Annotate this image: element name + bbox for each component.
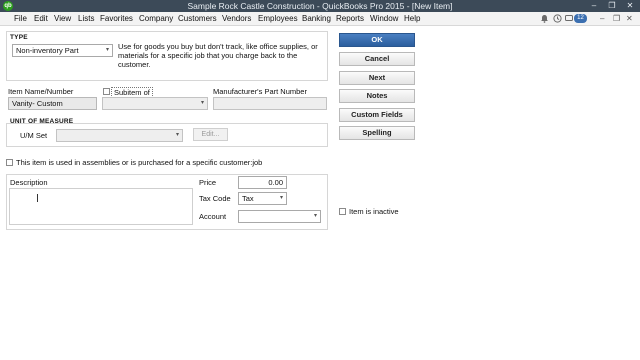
tax-code-value: Tax (242, 194, 254, 203)
menu-bar: File Edit View Lists Favorites Company C… (0, 12, 640, 26)
tax-code-label: Tax Code (199, 194, 231, 203)
subitem-of-dropdown[interactable]: ▾ (102, 97, 208, 110)
menu-banking[interactable]: Banking (302, 14, 331, 24)
item-type-description: Use for goods you buy but don't track, l… (118, 42, 318, 69)
type-section-label: TYPE (10, 34, 28, 41)
assemblies-label: This item is used in assemblies or is pu… (16, 158, 263, 167)
item-inactive-label: Item is inactive (349, 207, 399, 216)
item-name-input[interactable]: Vanity- Custom (8, 97, 97, 110)
menu-company[interactable]: Company (139, 14, 173, 24)
title-bar: qb Sample Rock Castle Construction - Qui… (0, 0, 640, 12)
chevron-down-icon: ▾ (313, 213, 317, 219)
chevron-down-icon: ▾ (279, 195, 283, 201)
mdi-minimize-button[interactable]: – (600, 14, 604, 24)
ok-button[interactable]: OK (339, 33, 415, 47)
restore-window-button[interactable]: ❐ (603, 0, 621, 12)
mpn-label: Manufacturer's Part Number (213, 87, 307, 96)
menu-vendors[interactable]: Vendors (222, 14, 251, 24)
item-type-dropdown[interactable]: Non-inventory Part ▾ (12, 44, 113, 57)
subitem-checkbox[interactable] (103, 88, 110, 95)
um-set-label: U/M Set (20, 131, 48, 140)
tax-code-dropdown[interactable]: Tax ▾ (238, 192, 287, 205)
menu-favorites[interactable]: Favorites (100, 14, 133, 24)
description-label: Description (10, 178, 48, 187)
menu-lists[interactable]: Lists (78, 14, 94, 24)
chevron-down-icon: ▾ (175, 132, 179, 138)
notes-button[interactable]: Notes (339, 89, 415, 103)
window-title: Sample Rock Castle Construction - QuickB… (187, 1, 453, 11)
menu-window[interactable]: Window (370, 14, 398, 24)
custom-fields-button[interactable]: Custom Fields (339, 108, 415, 122)
account-dropdown[interactable]: ▾ (238, 210, 321, 223)
price-label: Price (199, 178, 217, 187)
assemblies-checkbox[interactable] (6, 159, 13, 166)
account-label: Account (199, 212, 227, 221)
menu-help[interactable]: Help (404, 14, 420, 24)
cancel-button[interactable]: Cancel (339, 52, 415, 66)
messages-icon[interactable] (565, 14, 573, 24)
close-window-button[interactable]: ✕ (621, 0, 639, 12)
menu-edit[interactable]: Edit (34, 14, 48, 24)
menu-view[interactable]: View (54, 14, 71, 24)
text-cursor (37, 194, 38, 202)
um-set-dropdown[interactable]: ▾ (56, 129, 183, 142)
mdi-restore-button[interactable]: ❐ (613, 14, 620, 24)
alerts-icon[interactable] (540, 14, 549, 24)
um-edit-button[interactable]: Edit... (193, 128, 228, 141)
spelling-button[interactable]: Spelling (339, 126, 415, 140)
menu-file[interactable]: File (14, 14, 27, 24)
price-input[interactable]: 0.00 (238, 176, 287, 189)
notification-count-badge: 12 (574, 14, 587, 23)
menu-reports[interactable]: Reports (336, 14, 364, 24)
mpn-input[interactable] (213, 97, 327, 110)
minimize-window-button[interactable]: – (585, 0, 603, 12)
item-inactive-checkbox[interactable] (339, 208, 346, 215)
chevron-down-icon: ▾ (200, 100, 204, 106)
menu-customers[interactable]: Customers (178, 14, 217, 24)
item-name-label: Item Name/Number (8, 87, 74, 96)
item-type-value: Non-inventory Part (16, 46, 79, 55)
reminders-icon[interactable] (553, 14, 562, 24)
next-button[interactable]: Next (339, 71, 415, 85)
chevron-down-icon: ▾ (105, 47, 109, 53)
menu-employees[interactable]: Employees (258, 14, 298, 24)
mdi-close-button[interactable]: ✕ (626, 14, 633, 24)
